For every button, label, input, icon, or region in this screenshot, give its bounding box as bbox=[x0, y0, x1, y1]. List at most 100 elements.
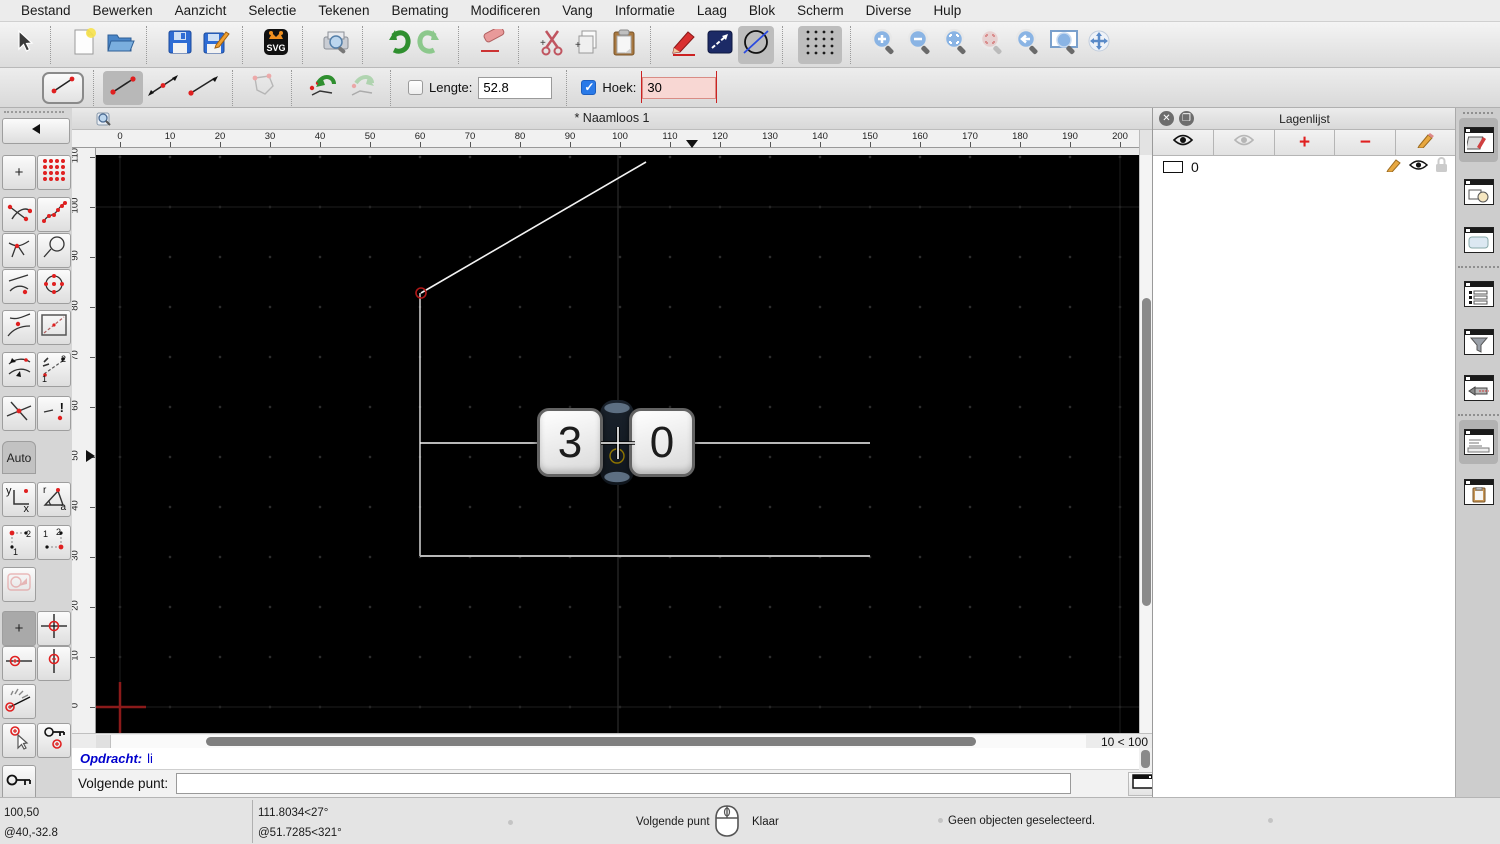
pencil-style-button[interactable] bbox=[666, 26, 702, 64]
ray-button[interactable] bbox=[183, 71, 223, 105]
remove-layer-button[interactable]: − bbox=[1335, 130, 1396, 155]
dock-properties-panel-button[interactable] bbox=[1459, 218, 1498, 262]
snap-point-button[interactable]: + bbox=[2, 155, 36, 190]
save-as-button[interactable] bbox=[198, 26, 234, 64]
rotate-snap-button[interactable] bbox=[2, 567, 36, 602]
undo-button[interactable] bbox=[378, 26, 414, 64]
dock-filter-panel-button[interactable] bbox=[1459, 320, 1498, 364]
coord-polar-button[interactable]: r a bbox=[37, 482, 71, 517]
dock-clipboard-panel-button[interactable] bbox=[1459, 470, 1498, 514]
snap-intersection-button[interactable] bbox=[2, 233, 36, 268]
snap-auto-button[interactable]: Auto bbox=[2, 441, 36, 474]
zoom-extents-button[interactable] bbox=[938, 26, 974, 64]
line-style-button[interactable] bbox=[702, 26, 738, 64]
save-button[interactable] bbox=[162, 26, 198, 64]
points-order-1-button[interactable]: 1 2 bbox=[2, 525, 36, 560]
v-scroll-thumb[interactable] bbox=[1142, 298, 1151, 606]
menu-item[interactable]: Selectie bbox=[237, 0, 307, 22]
menu-item[interactable]: Modificeren bbox=[460, 0, 552, 22]
drawing-canvas[interactable]: 3 0 bbox=[96, 155, 1139, 733]
snap-vertex-button[interactable] bbox=[37, 197, 71, 232]
snap-grid-button[interactable] bbox=[37, 155, 71, 190]
layer-color-swatch[interactable] bbox=[1163, 161, 1183, 173]
show-all-layers-button[interactable] bbox=[1153, 130, 1214, 155]
polygon-button[interactable] bbox=[242, 71, 282, 105]
undo-segment-button[interactable] bbox=[301, 71, 341, 105]
grid-toggle-button[interactable] bbox=[798, 26, 842, 64]
menu-item[interactable]: Blok bbox=[738, 0, 786, 22]
snap-divide-button[interactable]: 1 2 bbox=[37, 352, 71, 387]
lock-point-button[interactable] bbox=[37, 723, 71, 758]
dock-blocks-panel-button[interactable] bbox=[1459, 170, 1498, 214]
canvas-horizontal-scrollbar[interactable]: 10 < 100 bbox=[72, 733, 1152, 748]
snap-center-button[interactable] bbox=[37, 269, 71, 304]
hoek-input[interactable] bbox=[642, 77, 716, 99]
zoom-previous-button[interactable] bbox=[1010, 26, 1046, 64]
select-cursor-button[interactable] bbox=[6, 26, 42, 64]
sidebar-drag-handle[interactable] bbox=[4, 111, 64, 114]
copy-button[interactable]: + bbox=[570, 26, 606, 64]
menu-item[interactable]: Bewerken bbox=[82, 0, 164, 22]
document-titlebar[interactable]: * Naamloos 1 bbox=[72, 108, 1152, 130]
h-scroll-thumb[interactable] bbox=[206, 737, 976, 746]
dock-command-panel-button[interactable] bbox=[1459, 420, 1498, 464]
cursor-vertical-button[interactable] bbox=[37, 646, 71, 681]
layer-row[interactable]: 0 bbox=[1153, 156, 1456, 178]
current-tool-button[interactable] bbox=[42, 72, 84, 104]
layers-panel-titlebar[interactable]: ✕ ❐ Lagenlijst bbox=[1153, 108, 1456, 130]
pick-point-button[interactable] bbox=[2, 723, 36, 758]
paste-button[interactable] bbox=[606, 26, 642, 64]
dock-layers-panel-button[interactable] bbox=[1459, 118, 1498, 162]
cut-button[interactable]: + bbox=[534, 26, 570, 64]
lengte-checkbox[interactable] bbox=[408, 80, 423, 95]
menu-item[interactable]: Hulp bbox=[922, 0, 972, 22]
menu-item[interactable]: Bestand bbox=[10, 0, 82, 22]
sidebar-collapse-button[interactable] bbox=[2, 118, 70, 144]
canvas-vertical-scrollbar[interactable] bbox=[1139, 155, 1152, 733]
layer-visibility-eye-icon[interactable] bbox=[1409, 158, 1428, 176]
angle-gauge-button[interactable] bbox=[2, 684, 36, 719]
construction-line-button[interactable] bbox=[143, 71, 183, 105]
snap-cross-button[interactable] bbox=[2, 396, 36, 431]
menu-item[interactable]: Aanzicht bbox=[164, 0, 238, 22]
redo-button[interactable] bbox=[414, 26, 450, 64]
add-layer-button[interactable]: + bbox=[1275, 130, 1336, 155]
edit-layer-button[interactable] bbox=[1396, 130, 1456, 155]
line-segment-button[interactable] bbox=[103, 71, 143, 105]
command-history-scrollbar[interactable] bbox=[1139, 748, 1152, 770]
dock-list-panel-button[interactable] bbox=[1459, 272, 1498, 316]
new-document-button[interactable] bbox=[66, 26, 102, 64]
zoom-in-button[interactable] bbox=[866, 26, 902, 64]
menu-item[interactable]: Tekenen bbox=[307, 0, 380, 22]
cursor-crosshair-button[interactable] bbox=[37, 611, 71, 646]
lock-button[interactable] bbox=[2, 765, 36, 800]
layer-lock-icon[interactable] bbox=[1435, 157, 1448, 177]
lengte-input[interactable] bbox=[478, 77, 552, 99]
menu-item[interactable]: Diverse bbox=[855, 0, 923, 22]
pan-button[interactable] bbox=[1082, 26, 1118, 64]
menu-item[interactable]: Vang bbox=[551, 0, 604, 22]
zoom-out-button[interactable] bbox=[902, 26, 938, 64]
snap-on-circle-button[interactable] bbox=[37, 233, 71, 268]
hide-all-layers-button[interactable] bbox=[1214, 130, 1275, 155]
print-preview-button[interactable] bbox=[318, 26, 354, 64]
snap-exclude-button[interactable]: ! bbox=[37, 396, 71, 431]
cursor-horizontal-button[interactable] bbox=[2, 646, 36, 681]
zoom-window-button[interactable] bbox=[1046, 26, 1082, 64]
snap-extents-button[interactable] bbox=[37, 310, 71, 345]
layer-edit-pencil-icon[interactable] bbox=[1386, 157, 1402, 177]
snap-endpoint-button[interactable] bbox=[2, 197, 36, 232]
hoek-checkbox[interactable] bbox=[581, 80, 596, 95]
zoom-selection-button[interactable] bbox=[974, 26, 1010, 64]
coord-cartesian-button[interactable]: y x bbox=[2, 482, 36, 517]
open-folder-button[interactable] bbox=[102, 26, 138, 64]
svg-export-button[interactable]: SVG bbox=[258, 26, 294, 64]
snap-tangent-button[interactable] bbox=[2, 310, 36, 345]
menu-item[interactable]: Informatie bbox=[604, 0, 686, 22]
menu-item[interactable]: Laag bbox=[686, 0, 738, 22]
snap-parallel-button[interactable] bbox=[2, 352, 36, 387]
ellipse-mode-button[interactable] bbox=[738, 26, 774, 64]
points-order-2-button[interactable]: 1 2 bbox=[37, 525, 71, 560]
menu-item[interactable]: Scherm bbox=[786, 0, 855, 22]
dock-drag-handle[interactable] bbox=[1463, 112, 1493, 114]
